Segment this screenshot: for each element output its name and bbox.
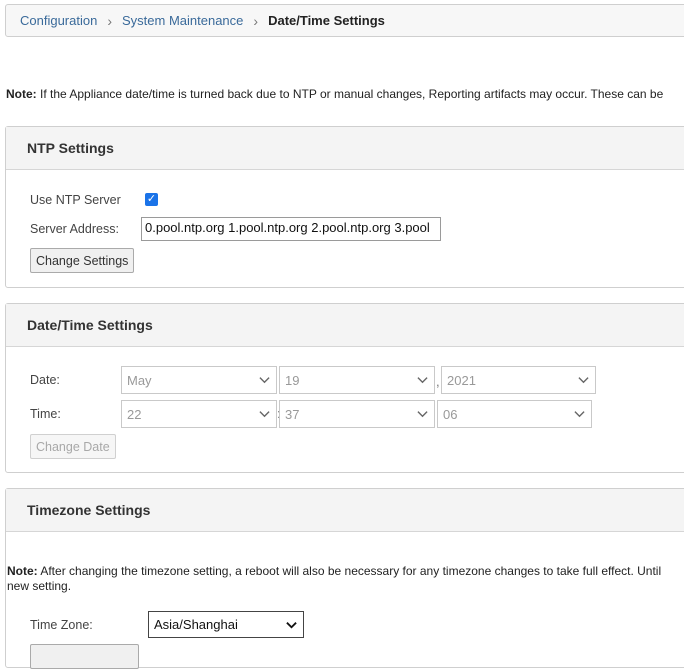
day-value: 19 [285,372,300,388]
timezone-note-text: After changing the timezone setting, a r… [37,564,662,578]
chevron-down-icon [286,621,297,629]
year-select[interactable]: 2021 [441,366,596,394]
chevron-down-icon [259,411,270,418]
note-label: Note: [6,87,37,101]
month-value: May [127,372,152,388]
minute-value: 37 [285,406,300,422]
appliance-note: Note: If the Appliance date/time is turn… [6,87,663,101]
breadcrumb-system-maintenance[interactable]: System Maintenance [122,13,243,28]
month-select[interactable]: May [121,366,277,394]
time-label: Time: [30,407,61,421]
change-settings-button[interactable]: Change Settings [30,248,135,273]
datetime-settings-panel: Date/Time Settings Date: May 19 , 2021 T… [5,303,684,473]
use-ntp-checkbox[interactable]: ✓ [145,193,158,206]
time-zone-select[interactable]: Asia/Shanghai [148,611,304,638]
timezone-note-label: Note: [7,564,38,578]
day-select[interactable]: 19 [279,366,435,394]
datetime-settings-title: Date/Time Settings [6,304,684,347]
chevron-right-icon: › [107,12,112,29]
date-label: Date: [30,373,60,387]
timezone-note: Note: After changing the timezone settin… [7,564,661,594]
timezone-settings-title: Timezone Settings [6,489,684,532]
time-zone-value: Asia/Shanghai [154,617,238,632]
timezone-settings-panel: Timezone Settings Note: After changing t… [5,488,684,669]
breadcrumb-current: Date/Time Settings [268,13,385,28]
breadcrumb: Configuration › System Maintenance › Dat… [5,4,684,37]
chevron-right-icon: › [253,12,259,29]
change-date-button[interactable]: Change Date [30,434,116,459]
chevron-down-icon [574,411,585,418]
chevron-down-icon [578,377,589,384]
change-timezone-button[interactable] [30,644,139,669]
hour-select[interactable]: 22 [121,400,277,428]
ntp-settings-panel: NTP Settings Use NTP Server ✓ Server Add… [5,126,684,288]
time-zone-label: Time Zone: [30,618,93,632]
date-separator: , [436,374,440,389]
chevron-down-icon [417,377,428,384]
breadcrumb-configuration[interactable]: Configuration [20,13,97,28]
server-address-input[interactable]: 0.pool.ntp.org 1.pool.ntp.org 2.pool.ntp… [141,217,441,241]
use-ntp-label: Use NTP Server [30,193,121,207]
ntp-settings-title: NTP Settings [6,127,684,170]
timezone-note-text-2: new setting. [7,579,72,593]
hour-value: 22 [127,406,142,422]
note-text: If the Appliance date/time is turned bac… [36,87,664,101]
second-value: 06 [443,406,458,422]
minute-select[interactable]: 37 [279,400,435,428]
server-address-label: Server Address: [30,222,119,236]
year-value: 2021 [447,372,476,388]
chevron-down-icon [417,411,428,418]
second-select[interactable]: 06 [437,400,592,428]
chevron-down-icon [259,377,270,384]
checkmark-icon: ✓ [146,193,157,205]
